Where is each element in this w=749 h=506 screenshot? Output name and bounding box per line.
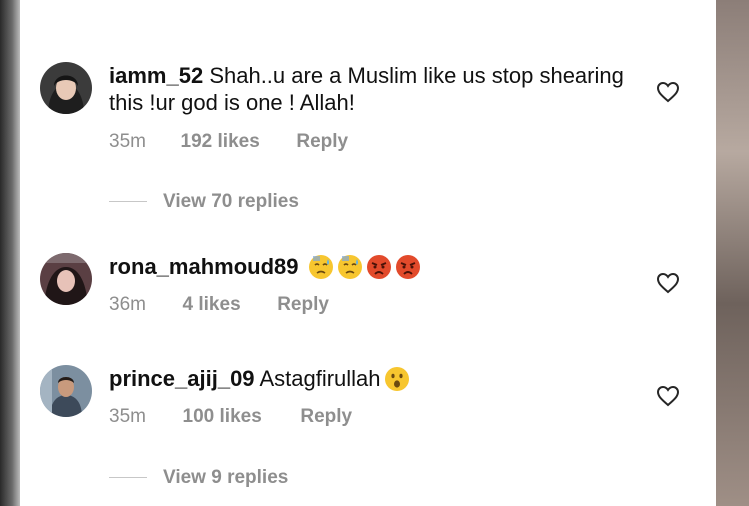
timestamp: 35m [109, 131, 146, 152]
avatar[interactable] [40, 253, 92, 305]
view-replies-label[interactable]: View 70 replies [163, 191, 299, 212]
comment-meta: 35m 192 likes Reply [109, 131, 348, 153]
username[interactable]: prince_ajij_09 [109, 366, 255, 391]
timestamp: 36m [109, 294, 146, 315]
comment-text: prince_ajij_09 Astagfirullah [109, 365, 629, 392]
divider-line [109, 201, 147, 203]
comment-meta: 36m 4 likes Reply [109, 294, 329, 316]
comment-text: rona_mahmoud89 [109, 253, 629, 280]
username[interactable]: iamm_52 [109, 63, 203, 88]
angry-emoji-icon [366, 255, 391, 279]
reply-button[interactable]: Reply [296, 131, 348, 153]
username[interactable]: rona_mahmoud89 [109, 254, 299, 279]
likes-count[interactable]: 192 likes [181, 131, 260, 153]
reply-button[interactable]: Reply [277, 294, 329, 316]
sweat-emoji-icon [308, 255, 333, 279]
background-left-edge [0, 0, 20, 506]
surprised-emoji-icon [384, 367, 409, 391]
heart-icon[interactable] [656, 272, 680, 294]
timestamp: 35m [109, 406, 146, 427]
view-replies-button[interactable]: View 9 replies [109, 467, 288, 489]
view-replies-label[interactable]: View 9 replies [163, 467, 288, 488]
heart-icon[interactable] [656, 385, 680, 407]
avatar[interactable] [40, 62, 92, 114]
angry-emoji-icon [395, 255, 420, 279]
avatar[interactable] [40, 365, 92, 417]
comment-meta: 35m 100 likes Reply [109, 406, 352, 428]
likes-count[interactable]: 100 likes [183, 406, 262, 428]
sweat-emoji-icon [337, 255, 362, 279]
likes-count[interactable]: 4 likes [183, 294, 241, 316]
comment-text: iamm_52 Shah..u are a Muslim like us sto… [109, 62, 629, 116]
background-right-edge [716, 0, 749, 506]
comment-body: Astagfirullah [259, 366, 381, 391]
divider-line [109, 477, 147, 479]
reply-button[interactable]: Reply [300, 406, 352, 428]
view-replies-button[interactable]: View 70 replies [109, 191, 299, 213]
comments-panel: iamm_52 Shah..u are a Muslim like us sto… [20, 0, 716, 506]
heart-icon[interactable] [656, 81, 680, 103]
